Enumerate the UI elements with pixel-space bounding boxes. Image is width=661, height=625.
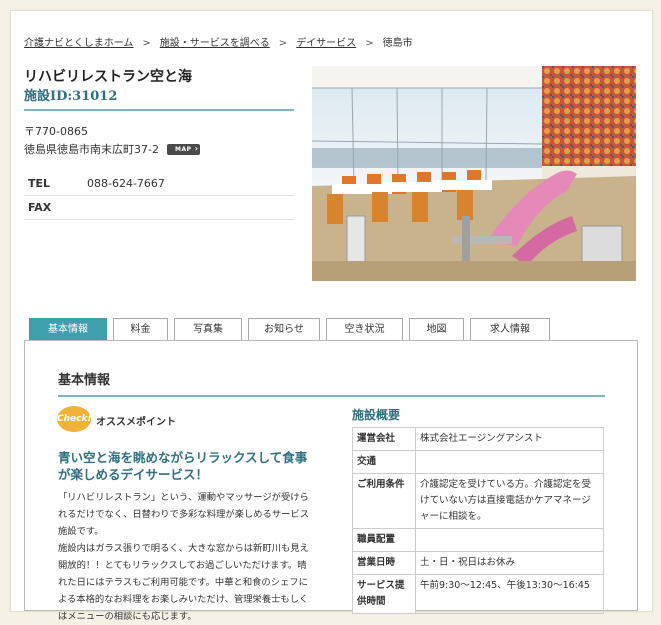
table-row: 職員配置 xyxy=(352,528,604,552)
tab-basic-info[interactable]: 基本情報 xyxy=(29,318,107,340)
tab-photos[interactable]: 写真集 xyxy=(174,318,242,340)
tel-value: 088-624-7667 xyxy=(86,172,294,196)
recommend-label: オススメポイント xyxy=(96,417,176,428)
tab-availability[interactable]: 空き状況 xyxy=(326,318,403,340)
map-button[interactable]: MAP xyxy=(166,143,201,155)
overview-key: 運営会社 xyxy=(352,427,416,451)
breadcrumb-dayservice[interactable]: デイサービス xyxy=(296,38,356,49)
breadcrumb-separator: > xyxy=(278,38,288,49)
breadcrumb-search[interactable]: 施設・サービスを調べる xyxy=(160,38,270,49)
section-title: 基本情報 xyxy=(58,373,111,388)
overview-value: 土・日・祝日はお休み xyxy=(415,551,604,575)
tel-label: TEL xyxy=(24,172,86,196)
table-row: 交通 xyxy=(352,450,604,474)
tab-fees[interactable]: 料金 xyxy=(113,318,168,340)
fax-value xyxy=(86,195,294,220)
facility-id: 施設ID:31012 xyxy=(24,89,118,104)
overview-key: ご利用条件 xyxy=(352,473,416,529)
tab-jobs[interactable]: 求人情報 xyxy=(470,318,550,340)
tab-map[interactable]: 地図 xyxy=(409,318,464,340)
breadcrumb-separator: > xyxy=(142,38,151,49)
table-row: サービス提供時間 午前9:30〜12:45、午後13:30〜16:45 xyxy=(352,574,604,614)
table-row: 営業日時 土・日・祝日はお休み xyxy=(352,551,604,575)
facility-photo xyxy=(312,66,636,281)
breadcrumb-home[interactable]: 介護ナビとくしまホーム xyxy=(24,38,133,49)
recommend-headline: 青い空と海を眺めながらリラックスして食事が楽しめるデイサービス！ xyxy=(58,450,308,482)
overview-value: 午前9:30〜12:45、午後13:30〜16:45 xyxy=(415,574,604,614)
table-row: 運営会社 株式会社エージングアシスト xyxy=(352,427,604,451)
tab-news[interactable]: お知らせ xyxy=(248,318,320,340)
contact-row: TEL 088-624-7667 xyxy=(24,172,294,196)
overview-key: 職員配置 xyxy=(352,528,416,552)
overview-key: サービス提供時間 xyxy=(352,574,416,614)
overview-title: 施設概要 xyxy=(352,408,401,422)
contact-row: FAX xyxy=(24,195,294,220)
table-row: ご利用条件 介護認定を受けている方。介護認定を受けていない方は直接電話かケアマネ… xyxy=(352,473,604,529)
overview-value xyxy=(415,528,604,552)
address: 徳島県徳島市南末広町37-2 xyxy=(24,143,159,156)
overview-value xyxy=(415,450,604,474)
body-paragraph: 「リハビリレストラン」という、運動やマッサージが受けられるだけでなく、日替わりで… xyxy=(58,492,310,537)
title-divider xyxy=(24,109,294,111)
overview-key: 営業日時 xyxy=(352,551,416,575)
breadcrumb-separator: > xyxy=(365,38,374,49)
breadcrumb-current: 徳島市 xyxy=(382,38,413,49)
fax-label: FAX xyxy=(24,195,86,220)
address-row: 徳島県徳島市南末広町37-2 MAP xyxy=(24,141,201,157)
facility-name: リハビリレストラン空と海 xyxy=(24,69,192,85)
tab-bar: 基本情報 料金 写真集 お知らせ 空き状況 地図 求人情報 xyxy=(29,318,556,340)
contact-table: TEL 088-624-7667 FAX xyxy=(24,172,294,220)
check-badge: Check! xyxy=(57,406,92,432)
recommend-body: 「リハビリレストラン」という、運動やマッサージが受けられるだけでなく、日替わりで… xyxy=(58,489,310,625)
body-paragraph: 施設内はガラス張りで明るく、大きな窓からは新町川も見え開放的！！とてもリラックス… xyxy=(58,543,309,622)
section-divider xyxy=(58,395,605,397)
postal-code: 〒770-0865 xyxy=(24,125,88,138)
overview-value: 介護認定を受けている方。介護認定を受けていない方は直接電話かケアマネージャーに相… xyxy=(415,473,604,529)
overview-value: 株式会社エージングアシスト xyxy=(415,427,604,451)
overview-table: 運営会社 株式会社エージングアシスト 交通 ご利用条件 介護認定を受けている方。… xyxy=(352,427,604,614)
breadcrumb: 介護ナビとくしまホーム > 施設・サービスを調べる > デイサービス > 徳島市 xyxy=(24,34,413,49)
overview-key: 交通 xyxy=(352,450,416,474)
